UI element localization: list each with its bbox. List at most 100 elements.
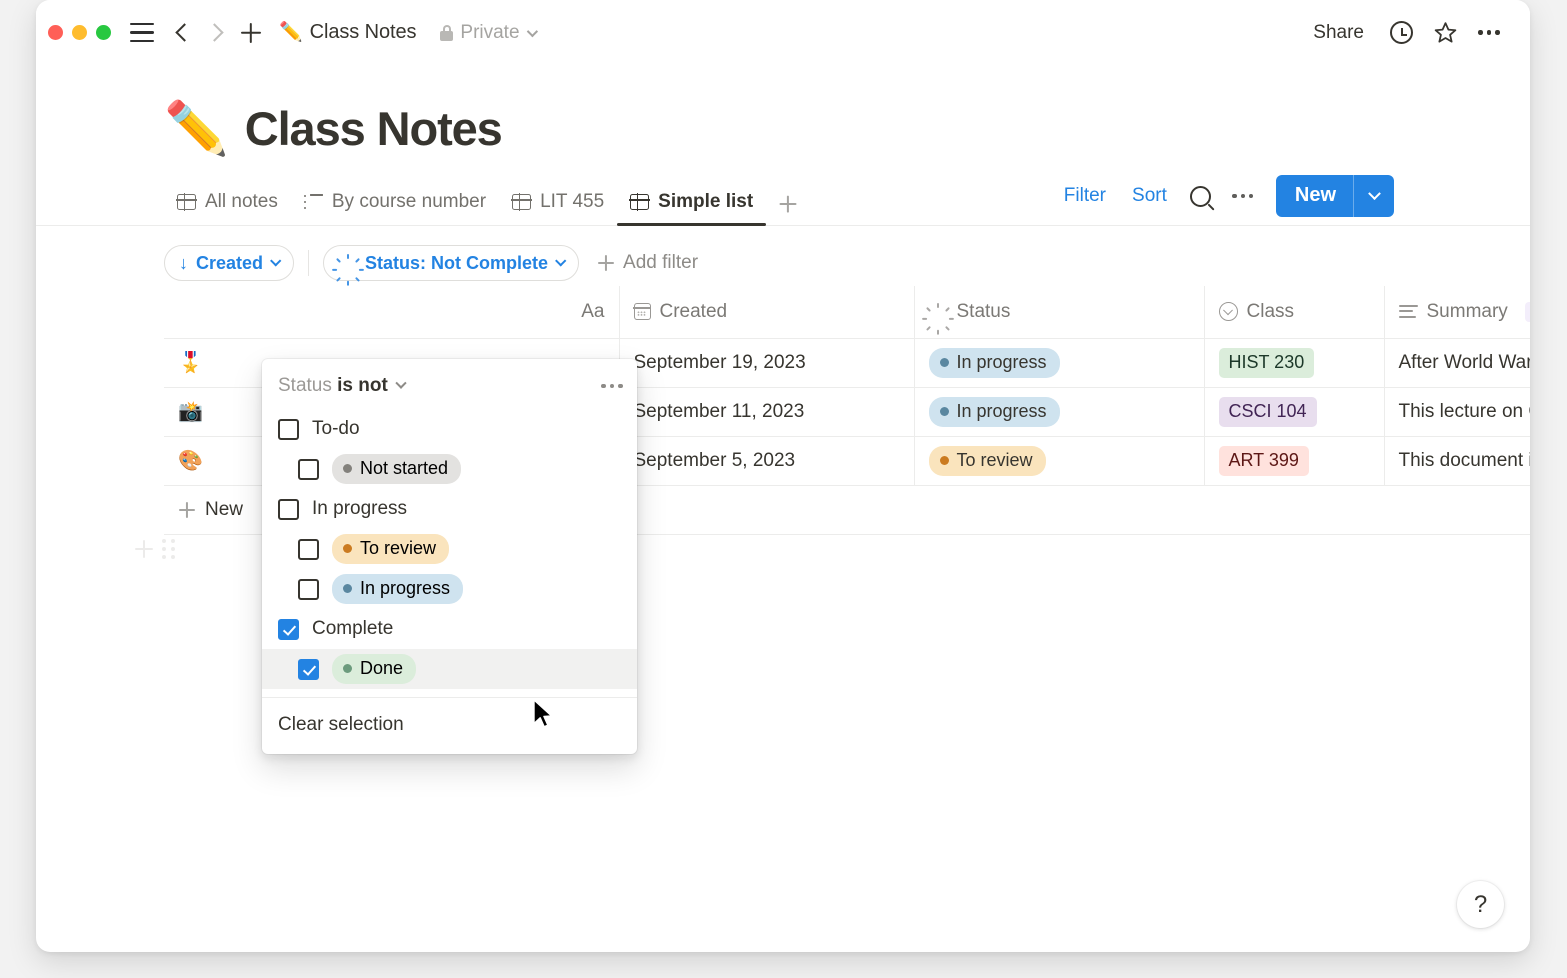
- lock-icon: [440, 25, 453, 41]
- close-window-button[interactable]: [48, 25, 63, 40]
- tab-lit-455[interactable]: LIT 455: [499, 191, 617, 225]
- maximize-window-button[interactable]: [96, 25, 111, 40]
- filter-option-not-started[interactable]: Not started: [262, 449, 637, 489]
- cell-summary[interactable]: This lecture on CS: [1384, 387, 1530, 436]
- checkbox[interactable]: [278, 499, 299, 520]
- column-header-name[interactable]: Aa: [164, 286, 619, 338]
- screen: ✏️ Class Notes Private Share: [0, 0, 1567, 978]
- cell-created[interactable]: September 11, 2023: [619, 387, 914, 436]
- add-row-icon[interactable]: [134, 540, 153, 559]
- cell-class[interactable]: CSCI 104: [1204, 387, 1384, 436]
- history-clock-icon[interactable]: [1382, 14, 1420, 52]
- help-button[interactable]: ?: [1457, 881, 1504, 928]
- status-dot: [343, 544, 352, 553]
- column-header-created[interactable]: Created: [619, 286, 914, 338]
- calendar-icon: [634, 303, 651, 320]
- cell-status[interactable]: In progress: [914, 338, 1204, 387]
- mouse-cursor: [532, 699, 554, 736]
- filter-chip-label: Status: Not Complete: [365, 253, 548, 274]
- status-label: In progress: [957, 352, 1047, 373]
- table-icon: [512, 194, 531, 210]
- filter-button[interactable]: Filter: [1053, 179, 1117, 213]
- cell-status[interactable]: In progress: [914, 387, 1204, 436]
- favorite-star-icon[interactable]: [1426, 14, 1464, 52]
- cell-created[interactable]: September 19, 2023: [619, 338, 914, 387]
- filter-option-to-do[interactable]: To-do: [262, 409, 637, 449]
- select-icon: [1219, 302, 1238, 321]
- page-title-text[interactable]: Class Notes: [245, 101, 502, 156]
- more-options-icon[interactable]: [1470, 14, 1508, 52]
- filter-panel-more-icon[interactable]: [601, 384, 623, 389]
- cell-summary[interactable]: This document is a: [1384, 436, 1530, 485]
- option-label: In progress: [312, 498, 407, 520]
- option-label: Complete: [312, 618, 393, 640]
- breadcrumb[interactable]: Class Notes: [310, 21, 417, 44]
- drag-handle-icon[interactable]: [162, 539, 175, 559]
- tab-by-course-number[interactable]: By course number: [291, 191, 499, 225]
- cell-empty: [1204, 485, 1384, 534]
- search-icon[interactable]: [1182, 177, 1220, 215]
- text-icon: [1399, 305, 1418, 319]
- share-button[interactable]: Share: [1301, 16, 1376, 50]
- column-header-status[interactable]: Status: [914, 286, 1204, 338]
- filter-option-in-progress-group[interactable]: In progress: [262, 489, 637, 529]
- filter-option-in-progress[interactable]: In progress: [262, 569, 637, 609]
- column-header-summary[interactable]: Summary AI: [1384, 286, 1530, 338]
- cell-class[interactable]: ART 399: [1204, 436, 1384, 485]
- column-header-class[interactable]: Class: [1204, 286, 1384, 338]
- checkbox[interactable]: [278, 419, 299, 440]
- list-icon: [304, 194, 323, 210]
- row-hover-handles: [134, 539, 175, 559]
- cell-summary[interactable]: After World War II,: [1384, 338, 1530, 387]
- chevron-down-icon: [270, 255, 281, 266]
- cell-created[interactable]: September 5, 2023: [619, 436, 914, 485]
- add-filter-button[interactable]: Add filter: [597, 252, 698, 274]
- status-badge: In progress: [929, 397, 1060, 427]
- status-spinner-icon: [929, 302, 948, 321]
- option-label: Not started: [360, 458, 448, 479]
- sort-chip-created[interactable]: ↓ Created: [164, 245, 294, 281]
- option-label: To review: [360, 538, 436, 559]
- filter-option-to-review[interactable]: To review: [262, 529, 637, 569]
- view-toolbar: Filter Sort New: [1053, 175, 1394, 225]
- tab-simple-list[interactable]: Simple list: [617, 191, 766, 225]
- cell-class[interactable]: HIST 230: [1204, 338, 1384, 387]
- forward-icon[interactable]: [199, 16, 233, 50]
- checkbox[interactable]: [278, 619, 299, 640]
- plus-icon: [178, 501, 195, 518]
- checkbox[interactable]: [298, 659, 319, 680]
- view-more-options-icon[interactable]: [1224, 177, 1262, 215]
- cell-status[interactable]: To review: [914, 436, 1204, 485]
- filter-bar: ↓ Created Status: Not Complete Add filte…: [36, 226, 1530, 286]
- page-icon-emoji[interactable]: ✏️: [164, 103, 229, 155]
- view-tabs: All notes By course number LIT 455 Simpl…: [164, 191, 810, 225]
- add-filter-label: Add filter: [623, 252, 698, 274]
- sort-button[interactable]: Sort: [1121, 179, 1178, 213]
- checkbox[interactable]: [298, 459, 319, 480]
- privacy-selector[interactable]: Private: [440, 22, 534, 44]
- back-icon[interactable]: [165, 16, 199, 50]
- chevron-down-icon[interactable]: [395, 378, 406, 389]
- clear-selection-button[interactable]: Clear selection: [262, 698, 637, 754]
- add-view-icon[interactable]: [766, 195, 810, 225]
- minimize-window-button[interactable]: [72, 25, 87, 40]
- column-label: Status: [957, 301, 1011, 323]
- status-badge: In progress: [929, 348, 1060, 378]
- filter-chip-status[interactable]: Status: Not Complete: [323, 245, 579, 281]
- new-button-dropdown[interactable]: [1354, 175, 1394, 217]
- status-spinner-icon: [338, 254, 357, 273]
- new-page-icon[interactable]: [233, 16, 269, 50]
- filter-condition[interactable]: Status is not: [278, 375, 388, 397]
- title-bar: ✏️ Class Notes Private Share: [36, 0, 1530, 65]
- filter-option-complete-group[interactable]: Complete: [262, 609, 637, 649]
- status-label: In progress: [957, 401, 1047, 422]
- checkbox[interactable]: [298, 579, 319, 600]
- status-dot: [343, 464, 352, 473]
- tab-all-notes[interactable]: All notes: [164, 191, 291, 225]
- cell-empty: [914, 485, 1204, 534]
- view-tabs-row: All notes By course number LIT 455 Simpl…: [36, 178, 1530, 226]
- new-button[interactable]: New: [1276, 175, 1394, 217]
- hamburger-icon[interactable]: [127, 18, 157, 48]
- checkbox[interactable]: [298, 539, 319, 560]
- filter-option-done[interactable]: Done: [262, 649, 637, 689]
